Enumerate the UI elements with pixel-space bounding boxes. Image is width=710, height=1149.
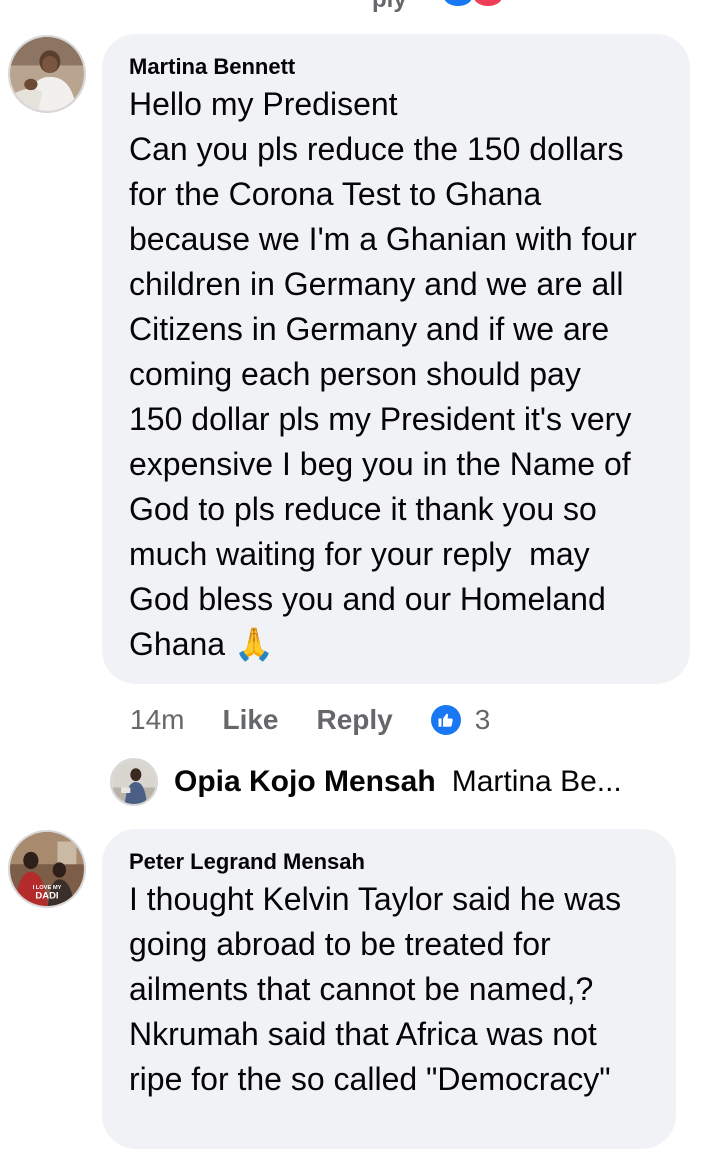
thumbs-up-icon[interactable] (430, 705, 461, 735)
profile-photo-icon: I LOVE MY DADI (10, 832, 84, 906)
comment-bubble: Martina Bennett Hello my Predisent Can y… (102, 34, 690, 684)
comment-timestamp[interactable]: 14m (130, 704, 184, 736)
reaction-count[interactable]: 3 (475, 704, 491, 736)
comment-author[interactable]: Peter Legrand Mensah (129, 849, 676, 875)
like-button[interactable]: Like (222, 704, 278, 736)
comment-actions: 14m Like Reply 3 (130, 700, 490, 740)
avatar-opia-kojo-mensah[interactable] (110, 758, 158, 806)
profile-photo-icon (10, 37, 84, 111)
avatar-peter-legrand-mensah[interactable]: I LOVE MY DADI (8, 830, 86, 908)
reply-button[interactable]: Reply (317, 704, 393, 736)
reply-preview-row[interactable]: Opia Kojo Mensah Martina Be... (110, 756, 622, 808)
previous-comment-fragment: ply (0, 0, 710, 13)
avatar-martina-bennett[interactable] (8, 35, 86, 113)
comment-author[interactable]: Martina Bennett (129, 54, 690, 80)
svg-text:DADI: DADI (35, 890, 58, 901)
comment-text: Hello my Predisent Can you pls reduce th… (129, 86, 637, 662)
profile-photo-icon (112, 760, 156, 804)
reply-author[interactable]: Opia Kojo Mensah (174, 765, 436, 799)
previous-reply-label[interactable]: ply (372, 0, 407, 14)
love-reaction-icon (474, 0, 502, 6)
like-reaction-icon (444, 0, 472, 6)
reply-snippet[interactable]: Martina Be... (452, 765, 622, 799)
comment-text: I thought Kelvin Taylor said he was goin… (129, 881, 622, 1097)
comment-bubble: Peter Legrand Mensah I thought Kelvin Ta… (102, 829, 676, 1149)
